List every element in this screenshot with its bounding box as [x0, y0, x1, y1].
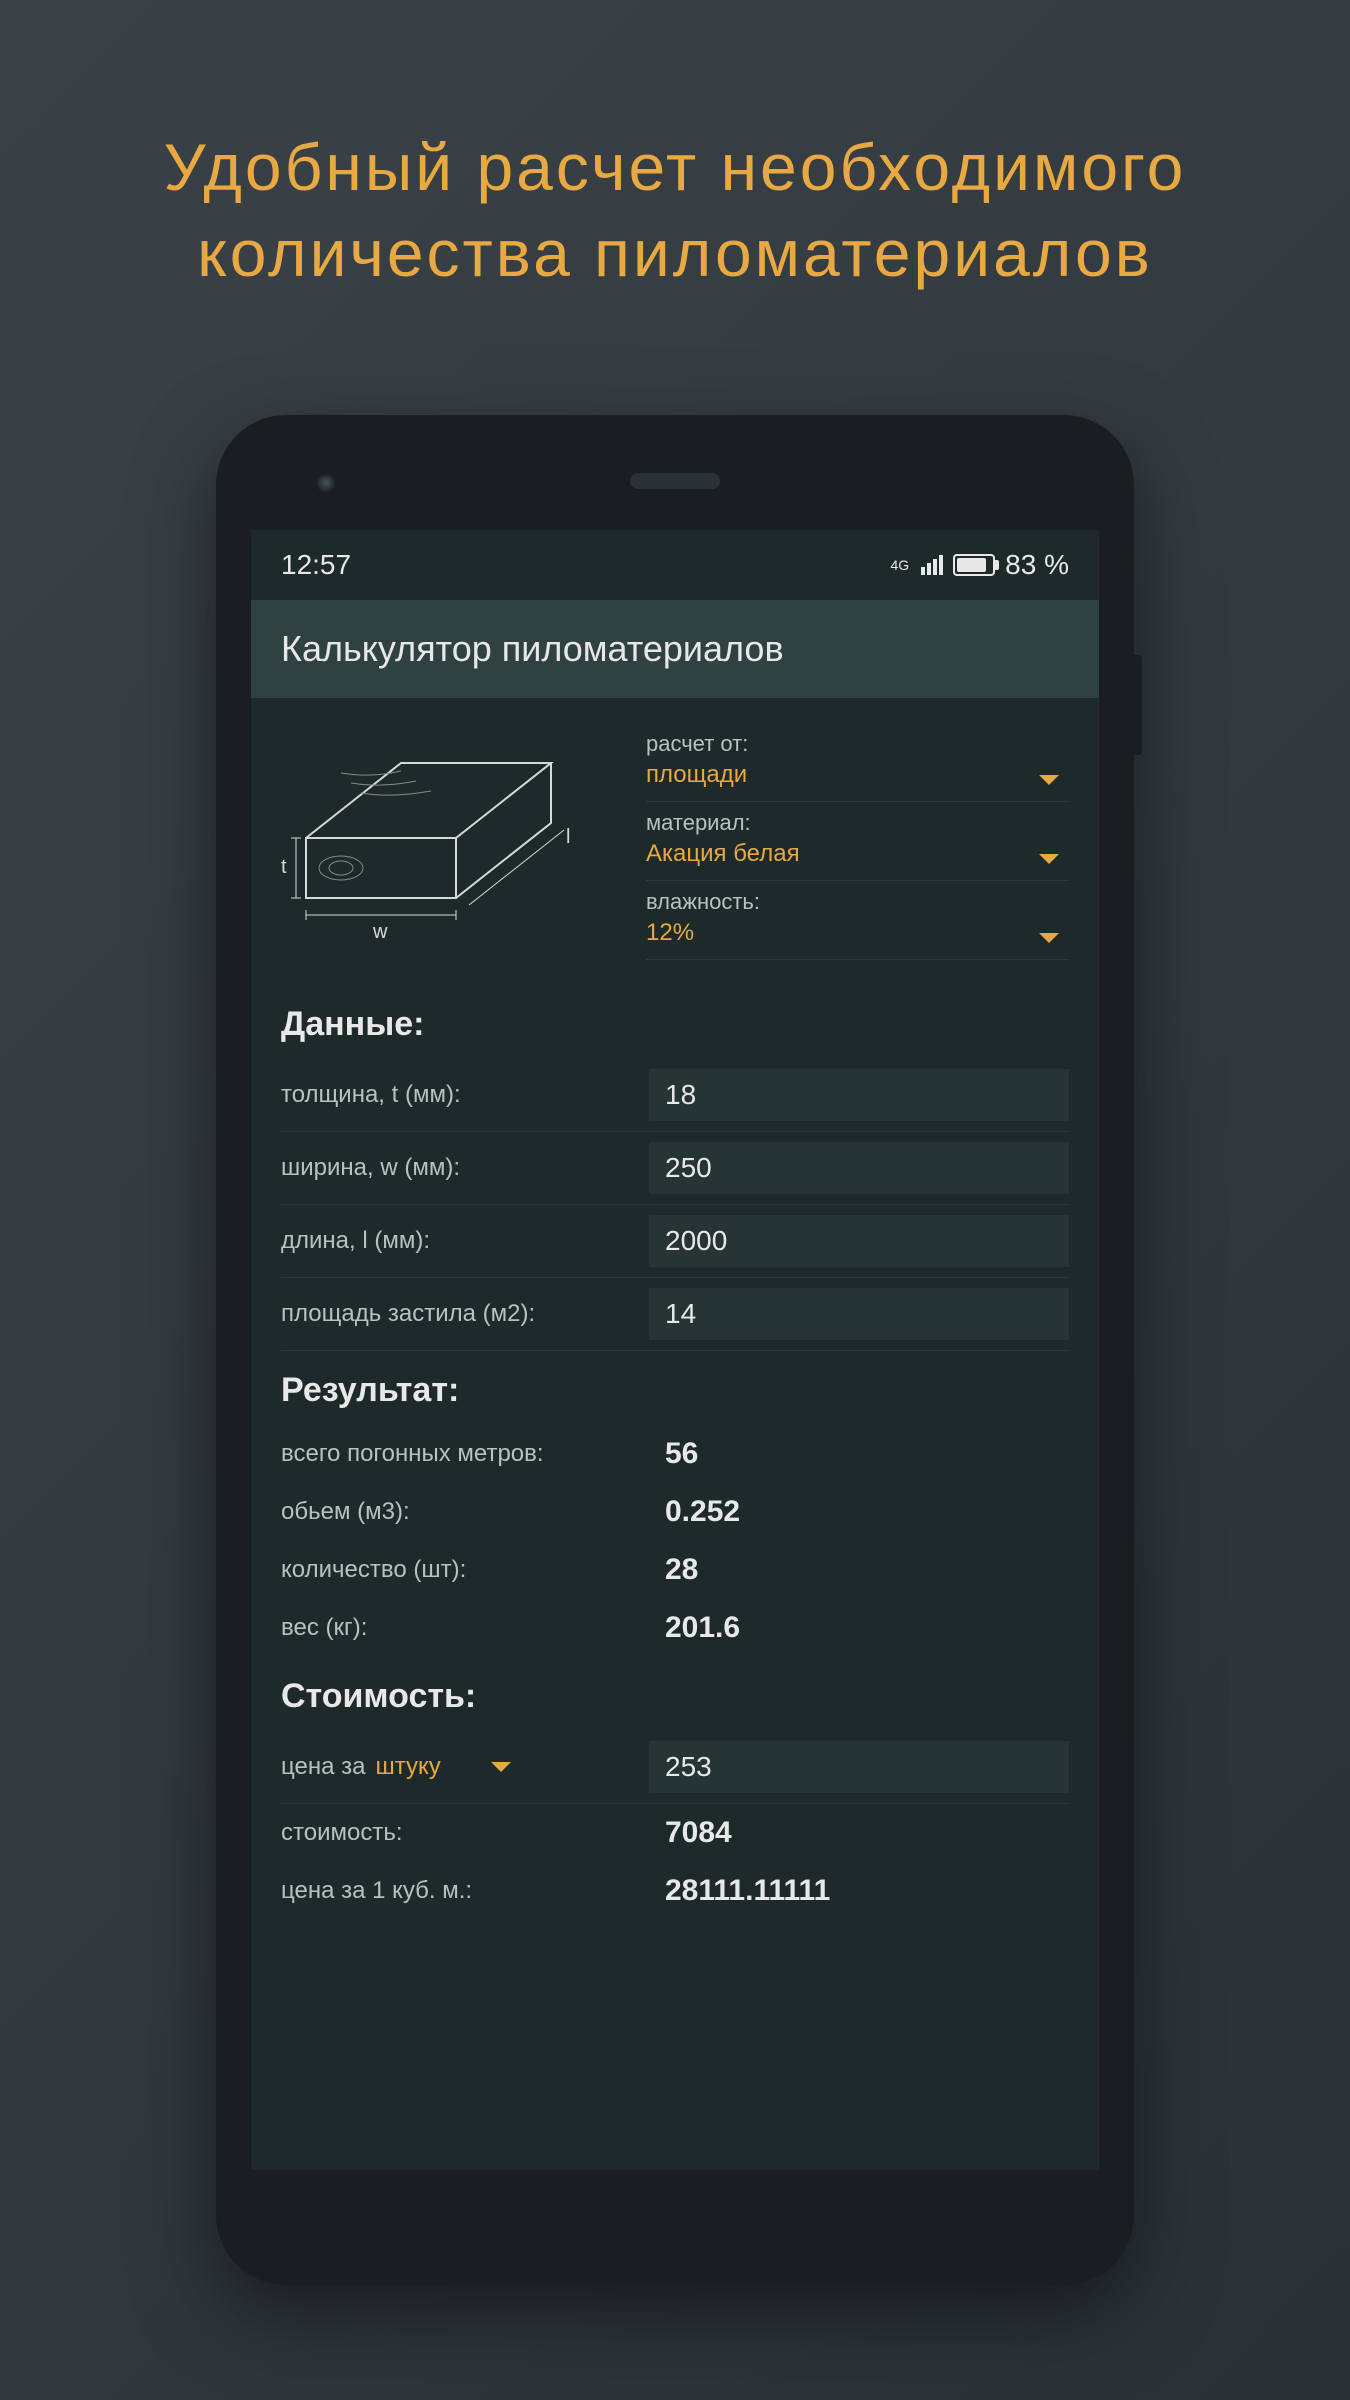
weight-row: вес (кг): 201.6 — [281, 1599, 1069, 1657]
total-cost-value: 7084 — [649, 1816, 1069, 1850]
linear-meters-value: 56 — [649, 1437, 1069, 1471]
linear-meters-row: всего погонных метров: 56 — [281, 1425, 1069, 1483]
volume-label: обьем (м3): — [281, 1498, 649, 1526]
humidity-label: влажность: — [646, 889, 1069, 915]
lumber-diagram: t w l — [281, 723, 616, 948]
phone-camera — [316, 473, 336, 493]
signal-icon — [921, 555, 943, 575]
price-per-cubic-row: цена за 1 куб. м.: 28111.11111 — [281, 1862, 1069, 1908]
network-type: 4G — [890, 557, 909, 573]
diagram-label-l: l — [566, 826, 570, 848]
humidity-dropdown[interactable]: влажность: 12% — [646, 881, 1069, 960]
material-label: материал: — [646, 810, 1069, 836]
width-input[interactable]: 250 — [649, 1142, 1069, 1194]
humidity-value: 12% — [646, 919, 1069, 947]
weight-label: вес (кг): — [281, 1614, 649, 1642]
status-time: 12:57 — [281, 549, 351, 581]
volume-row: обьем (м3): 0.252 — [281, 1483, 1069, 1541]
price-per-input[interactable]: 253 — [649, 1741, 1069, 1793]
calc-from-value: площади — [646, 761, 1069, 789]
price-per-row: цена за штуку 253 — [281, 1731, 1069, 1804]
length-row: длина, l (мм): 2000 — [281, 1205, 1069, 1278]
total-cost-row: стоимость: 7084 — [281, 1804, 1069, 1862]
width-row: ширина, w (мм): 250 — [281, 1132, 1069, 1205]
price-per-cubic-value: 28111.11111 — [649, 1874, 1069, 1908]
thickness-input[interactable]: 18 — [649, 1069, 1069, 1121]
price-per-label: цена за — [281, 1753, 365, 1781]
weight-value: 201.6 — [649, 1611, 1069, 1645]
phone-speaker — [630, 473, 720, 489]
calc-from-dropdown[interactable]: расчет от: площади — [646, 723, 1069, 802]
linear-meters-label: всего погонных метров: — [281, 1440, 649, 1468]
price-unit-dropdown[interactable]: цена за штуку — [281, 1753, 649, 1781]
diagram-label-t: t — [281, 856, 287, 878]
chevron-down-icon — [491, 1762, 511, 1772]
diagram-label-w: w — [372, 921, 388, 943]
total-cost-label: стоимость: — [281, 1819, 649, 1847]
app-title: Калькулятор пиломатериалов — [251, 600, 1099, 698]
phone-side-button — [1134, 655, 1142, 755]
chevron-down-icon — [1039, 933, 1059, 943]
volume-value: 0.252 — [649, 1495, 1069, 1529]
app-content: t w l расчет от: площади — [251, 698, 1099, 2170]
status-bar: 12:57 4G 83 % — [251, 530, 1099, 600]
area-row: площадь застила (м2): 14 — [281, 1278, 1069, 1351]
promo-headline: Удобный расчет необходимого количества п… — [0, 0, 1350, 297]
area-input[interactable]: 14 — [649, 1288, 1069, 1340]
quantity-value: 28 — [649, 1553, 1069, 1587]
quantity-row: количество (шт): 28 — [281, 1541, 1069, 1599]
config-section: t w l расчет от: площади — [281, 698, 1069, 985]
battery-icon — [953, 554, 995, 576]
chevron-down-icon — [1039, 775, 1059, 785]
chevron-down-icon — [1039, 854, 1059, 864]
thickness-row: толщина, t (мм): 18 — [281, 1059, 1069, 1132]
material-value: Акация белая — [646, 840, 1069, 868]
length-input[interactable]: 2000 — [649, 1215, 1069, 1267]
cost-section-title: Стоимость: — [281, 1657, 1069, 1731]
width-label: ширина, w (мм): — [281, 1154, 649, 1182]
length-label: длина, l (мм): — [281, 1227, 649, 1255]
thickness-label: толщина, t (мм): — [281, 1081, 649, 1109]
phone-frame: 12:57 4G 83 % Калькулятор пиломатериалов — [216, 415, 1134, 2285]
phone-screen: 12:57 4G 83 % Калькулятор пиломатериалов — [251, 530, 1099, 2170]
result-section-title: Результат: — [281, 1351, 1069, 1425]
calc-from-label: расчет от: — [646, 731, 1069, 757]
material-dropdown[interactable]: материал: Акация белая — [646, 802, 1069, 881]
quantity-label: количество (шт): — [281, 1556, 649, 1584]
area-label: площадь застила (м2): — [281, 1300, 649, 1328]
status-indicators: 4G 83 % — [890, 549, 1069, 581]
data-section-title: Данные: — [281, 985, 1069, 1059]
price-per-cubic-label: цена за 1 куб. м.: — [281, 1877, 649, 1905]
price-per-unit: штуку — [375, 1753, 440, 1781]
battery-percent: 83 % — [1005, 549, 1069, 581]
